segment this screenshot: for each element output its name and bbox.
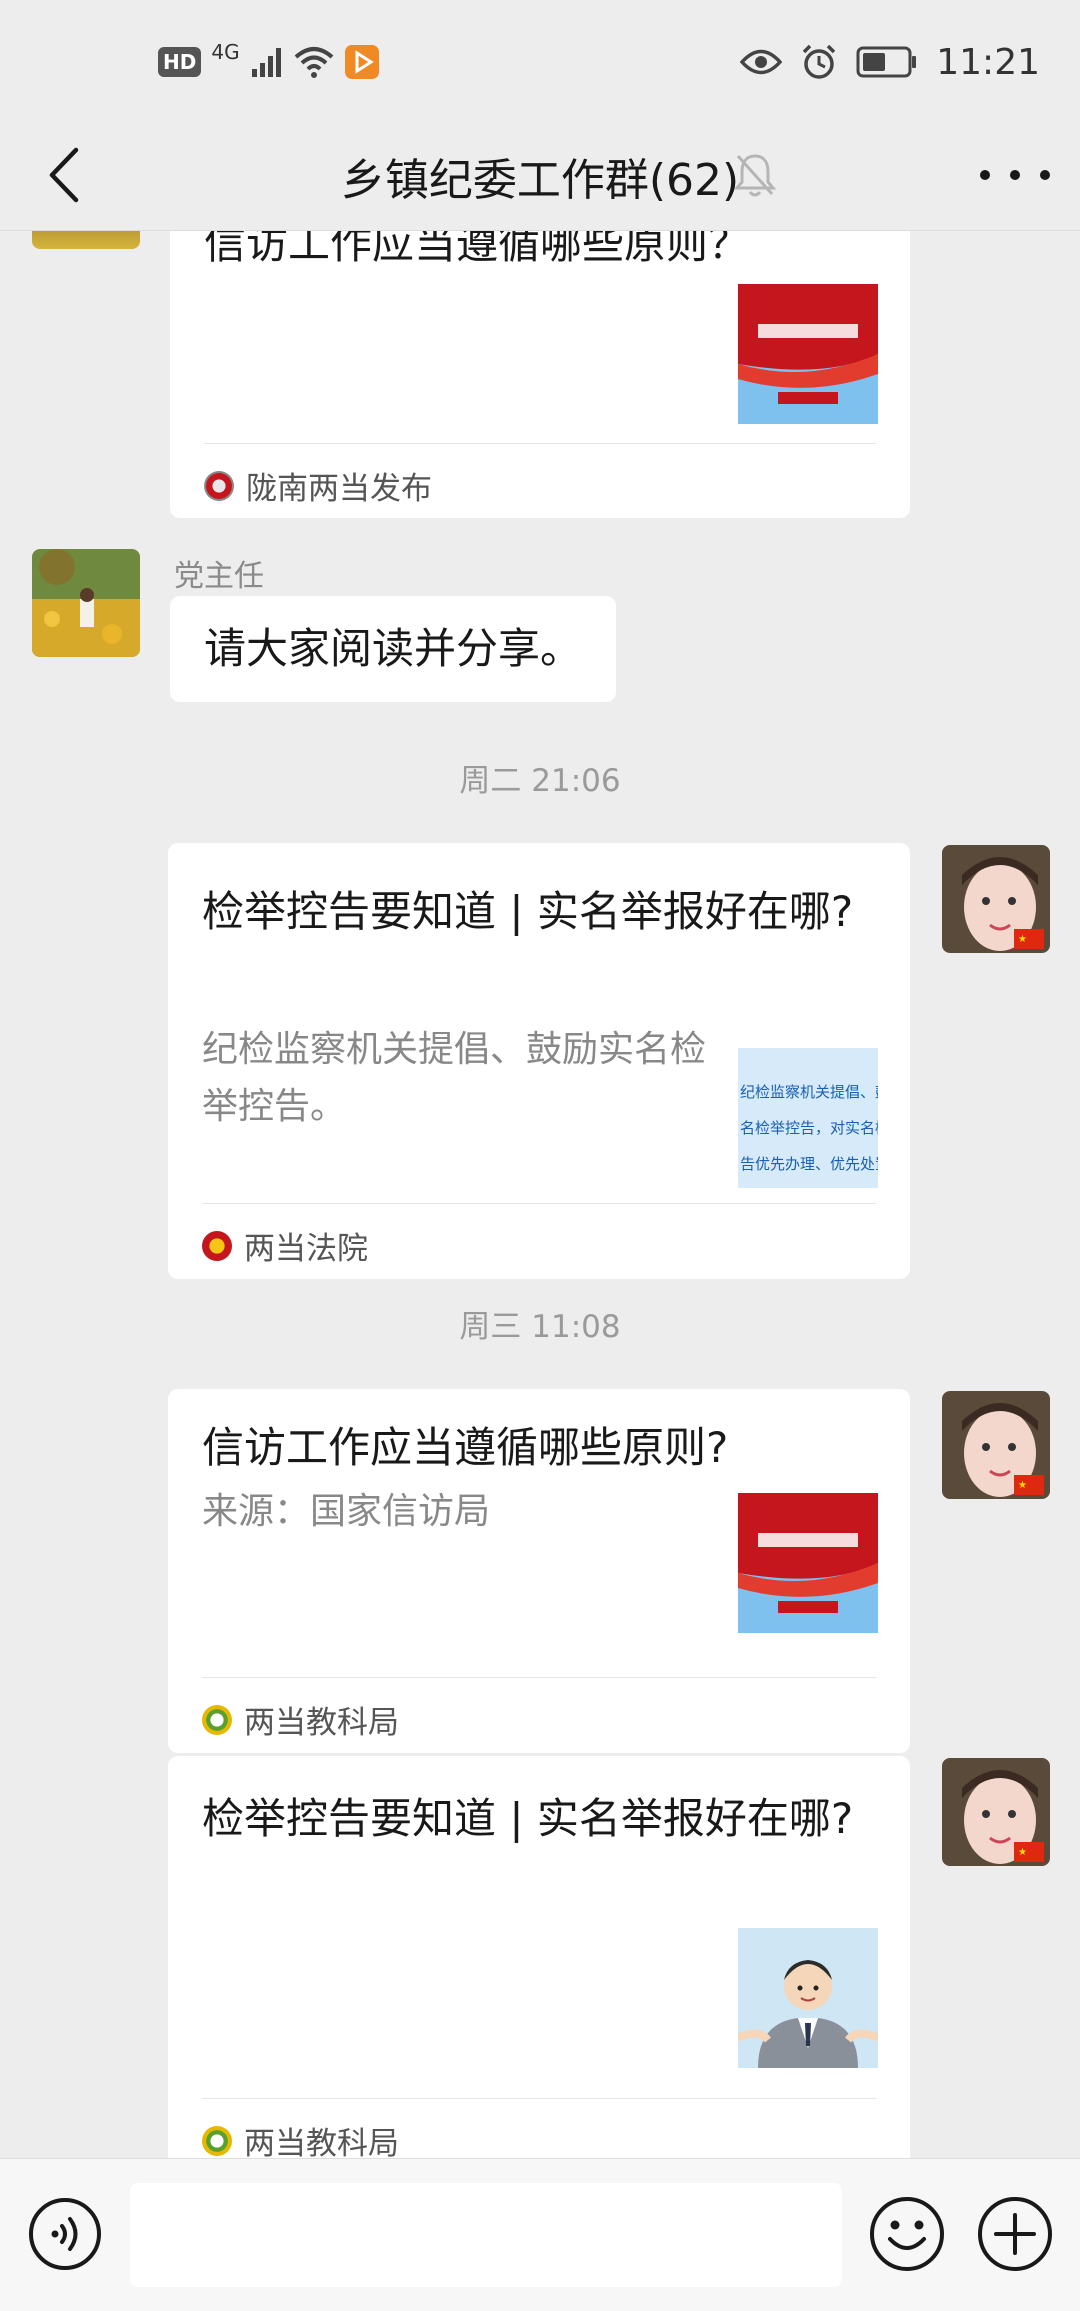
my-avatar[interactable]: ★ xyxy=(942,1391,1050,1499)
article-thumbnail xyxy=(738,1493,878,1633)
add-more-icon[interactable] xyxy=(976,2195,1054,2273)
sender-avatar[interactable] xyxy=(32,231,140,249)
avatar-photo: ★ xyxy=(942,845,1050,953)
card-divider xyxy=(204,443,876,444)
source-logo-icon xyxy=(202,1704,232,1735)
status-right: 11:21 xyxy=(740,36,1040,88)
chat-messages[interactable]: 信访工作应当遵循哪些原则？ 陇南两当发布 党主任 请大家阅读并分享。 周二 21… xyxy=(0,231,1080,2158)
cartoon-official-image xyxy=(738,1928,878,2068)
source-name: 陇南两当发布 xyxy=(246,471,432,507)
svg-text:★: ★ xyxy=(1018,934,1027,945)
timestamp: 周三 11:08 xyxy=(459,1309,621,1345)
article-thumbnail xyxy=(738,1928,878,2068)
thumbnail-text: 纪检监察机关提倡、鼓励实名检举控告，对实名检举控告优先办理、优先处置、给予答复 xyxy=(740,1083,878,1173)
article-description: 来源：国家信访局 xyxy=(202,1491,491,1532)
timestamp: 周二 21:06 xyxy=(459,763,621,799)
chat-title: 乡镇纪委工作群(62) xyxy=(340,155,740,206)
article-card[interactable]: 检举控告要知道 | 实名举报好在哪? 纪检监察机关提倡、鼓励实名检举控告。 纪检… xyxy=(168,843,910,1279)
article-title: 检举控告要知道 | 实名举报好在哪? xyxy=(202,887,854,936)
dot-icon xyxy=(980,170,990,180)
voice-input-icon[interactable] xyxy=(28,2197,102,2271)
message-input[interactable] xyxy=(130,2183,842,2287)
status-left: HD 4G xyxy=(158,40,380,84)
article-thumbnail xyxy=(738,284,878,424)
avatar-photo: ★ xyxy=(942,1391,1050,1499)
poster-image xyxy=(738,284,878,424)
article-title: 检举控告要知道 | 实名举报好在哪? xyxy=(202,1794,854,1843)
network-type: 4G xyxy=(211,40,240,64)
court-emblem-icon xyxy=(202,1230,232,1261)
status-bar: HD 4G 11:21 xyxy=(0,0,1080,120)
article-title: 信访工作应当遵循哪些原则？ xyxy=(204,231,751,268)
eye-icon xyxy=(740,49,783,75)
article-card[interactable]: 信访工作应当遵循哪些原则? 来源：国家信访局 两当教科局 xyxy=(168,1389,910,1753)
article-card[interactable]: 信访工作应当遵循哪些原则？ 陇南两当发布 xyxy=(170,231,910,518)
source-name: 两当教科局 xyxy=(244,2126,399,2158)
battery-icon xyxy=(856,46,917,78)
article-thumbnail: 纪检监察机关提倡、鼓励实名检举控告，对实名检举控告优先办理、优先处置、给予答复 xyxy=(738,1048,878,1188)
my-avatar[interactable]: ★ xyxy=(942,845,1050,953)
dot-icon xyxy=(1040,170,1050,180)
avatar-photo xyxy=(32,549,140,657)
wifi-icon xyxy=(294,47,333,78)
article-source: 陇南两当发布 xyxy=(204,463,432,508)
text-message-bubble[interactable]: 请大家阅读并分享。 xyxy=(170,596,617,702)
chat-header: 乡镇纪委工作群(62) xyxy=(0,120,1080,231)
source-logo-icon xyxy=(204,470,234,501)
more-options-button[interactable] xyxy=(980,148,1050,202)
card-divider xyxy=(202,1677,876,1678)
sender-name: 党主任 xyxy=(174,559,264,594)
video-app-icon xyxy=(344,45,379,79)
card-divider xyxy=(202,2098,876,2099)
my-avatar[interactable]: ★ xyxy=(942,1758,1050,1866)
emoji-icon[interactable] xyxy=(868,2195,946,2273)
source-logo-icon xyxy=(202,2125,232,2156)
cellular-signal-icon xyxy=(251,48,281,77)
avatar-photo: ★ xyxy=(942,1758,1050,1866)
article-title: 信访工作应当遵循哪些原则? xyxy=(202,1423,729,1472)
dot-icon xyxy=(1010,170,1020,180)
svg-text:★: ★ xyxy=(1018,1847,1027,1858)
alarm-icon xyxy=(803,44,836,79)
poster-image xyxy=(738,1493,878,1633)
article-description: 纪检监察机关提倡、鼓励实名检举控告。 xyxy=(202,1029,707,1127)
hd-badge: HD xyxy=(158,47,202,77)
input-bar xyxy=(0,2158,1080,2311)
sender-avatar[interactable] xyxy=(32,549,140,657)
article-source: 两当教科局 xyxy=(202,2118,399,2158)
mute-bell-icon xyxy=(733,154,777,197)
article-card[interactable]: 检举控告要知道 | 实名举报好在哪? 两当教科局 xyxy=(168,1756,910,2158)
article-source: 两当教科局 xyxy=(202,1697,399,1742)
source-name: 两当教科局 xyxy=(244,1705,399,1741)
status-time: 11:21 xyxy=(936,41,1040,83)
article-source: 两当法院 xyxy=(202,1223,368,1268)
card-divider xyxy=(202,1203,876,1204)
svg-text:★: ★ xyxy=(1018,1480,1027,1491)
source-name: 两当法院 xyxy=(244,1231,368,1267)
